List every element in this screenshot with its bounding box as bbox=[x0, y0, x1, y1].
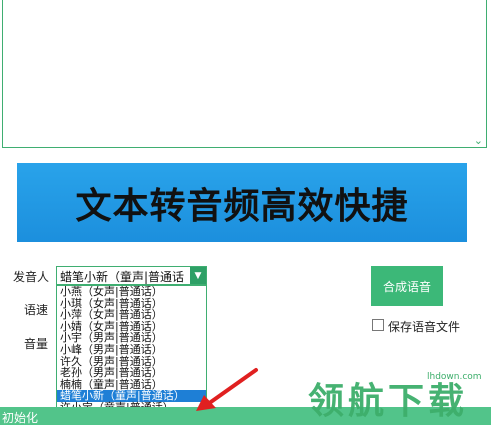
banner: 文本转音频高效快捷 bbox=[17, 163, 467, 242]
text-input-area[interactable]: ⌄ bbox=[2, 0, 487, 148]
speaker-label: 发音人 bbox=[13, 270, 50, 284]
dropdown-arrow-icon[interactable]: ▼ bbox=[190, 267, 206, 284]
speaker-option[interactable]: 小峰（男声|普通话） bbox=[57, 344, 206, 356]
speaker-dropdown-list[interactable]: 小燕（女声|普通话） 小琪（女声|普通话） 小萍（女声|普通话） 小婧（女声|普通话）… bbox=[56, 285, 207, 425]
speed-label: 语速 bbox=[24, 303, 49, 317]
watermark-url: lhdown.com bbox=[427, 372, 482, 382]
save-audio-label[interactable]: 保存语音文件 bbox=[388, 318, 460, 335]
volume-label: 音量 bbox=[24, 337, 49, 351]
init-status: 初始化 bbox=[2, 411, 39, 425]
synthesize-button[interactable]: 合成语音 bbox=[371, 266, 443, 306]
scroll-down-icon[interactable]: ⌄ bbox=[474, 135, 483, 146]
red-arrow-annotation bbox=[196, 368, 258, 411]
banner-title: 文本转音频高效快捷 bbox=[75, 185, 409, 227]
speaker-option[interactable]: 小燕（女声|普通话） bbox=[57, 286, 206, 298]
speaker-option[interactable]: 老孙（男声|普通话） bbox=[57, 367, 206, 379]
speaker-select-value: 蜡笔小新（童声|普通话 bbox=[60, 270, 185, 284]
save-audio-checkbox[interactable] bbox=[372, 319, 384, 331]
speaker-select[interactable]: 蜡笔小新（童声|普通话 ▼ bbox=[56, 266, 207, 285]
